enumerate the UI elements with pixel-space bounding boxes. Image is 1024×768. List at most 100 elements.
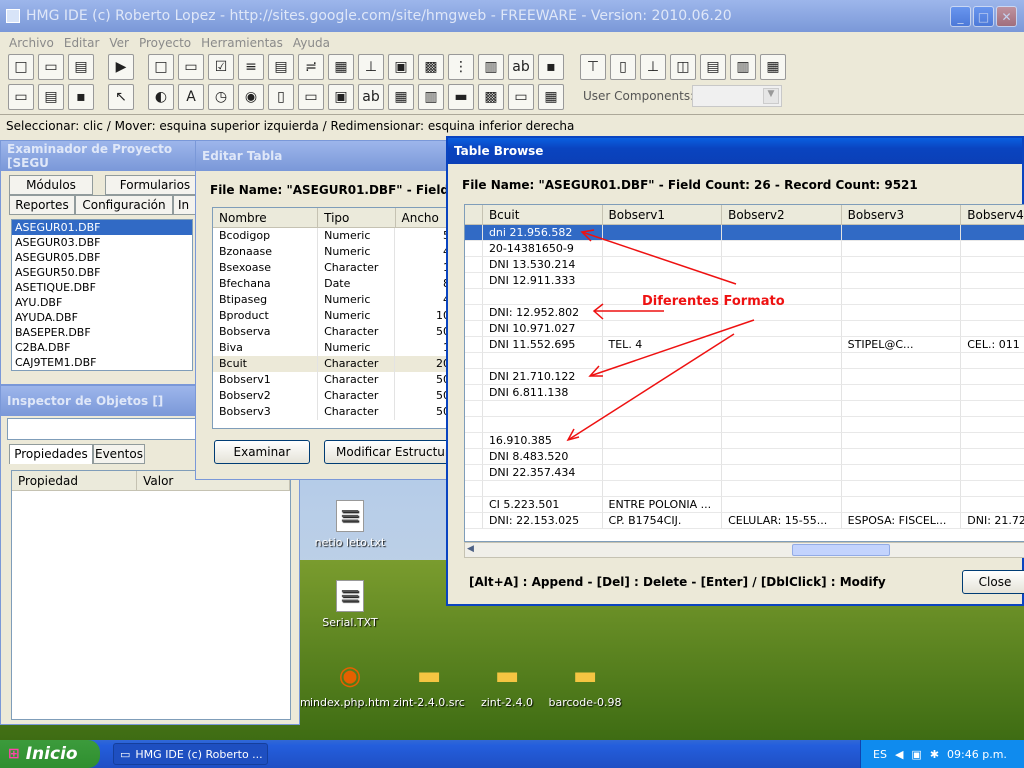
tab-formularios[interactable]: Formularios: [105, 175, 205, 195]
bottom-align-icon[interactable]: ⊥: [640, 54, 666, 80]
table-row[interactable]: 20-14381650-9: [465, 241, 1024, 257]
table-row[interactable]: Bcuit Character 20: [213, 356, 461, 372]
user-components-select[interactable]: ▼: [692, 85, 782, 107]
row-selector[interactable]: [465, 369, 483, 385]
modificar-estructura-button[interactable]: Modificar Estructura: [324, 440, 460, 464]
menu-ayuda[interactable]: Ayuda: [288, 36, 335, 50]
list-item[interactable]: BASEPER.DBF: [12, 325, 192, 340]
open-folder-icon[interactable]: ▤: [68, 54, 94, 80]
table-row[interactable]: Bobserv2 Character 50: [213, 388, 461, 404]
grid-control-icon[interactable]: ▦: [328, 54, 354, 80]
size-icon[interactable]: ◫: [670, 54, 696, 80]
tab-order-icon[interactable]: ▥: [730, 54, 756, 80]
row-selector[interactable]: [465, 465, 483, 481]
list-control-icon[interactable]: ≡: [238, 54, 264, 80]
radio-control-icon[interactable]: ◉: [238, 84, 264, 110]
desktop-icon-netio[interactable]: ≡ netio leto.txt: [305, 500, 395, 549]
table-row[interactable]: DNI 21.710.122: [465, 369, 1024, 385]
table-row[interactable]: [465, 353, 1024, 369]
close-button[interactable]: ✕: [996, 6, 1017, 27]
table-row[interactable]: 16.910.385: [465, 433, 1024, 449]
menu-proyecto[interactable]: Proyecto: [134, 36, 196, 50]
column-header[interactable]: Bobserv4: [961, 205, 1024, 224]
table-row[interactable]: CI 5.223.501 ENTRE POLONIA ...: [465, 497, 1024, 513]
row-selector[interactable]: [465, 449, 483, 465]
list-item[interactable]: CAJ9TEM1.DBF: [12, 355, 192, 370]
form-icon[interactable]: □: [148, 54, 174, 80]
row-selector[interactable]: [465, 337, 483, 353]
table-row[interactable]: Bobserva Character 50: [213, 324, 461, 340]
table-row[interactable]: Bobserv3 Character 50: [213, 404, 461, 420]
tab-control-icon[interactable]: ▭: [298, 84, 324, 110]
tab-propiedades[interactable]: Propiedades: [9, 444, 93, 464]
button-control-icon[interactable]: ▭: [178, 54, 204, 80]
run-icon[interactable]: ▶: [108, 54, 134, 80]
checkbox-control-icon[interactable]: ☑: [208, 54, 234, 80]
tab-partial[interactable]: In: [173, 195, 197, 215]
frame-control-icon[interactable]: ▣: [388, 54, 414, 80]
close-browse-button[interactable]: Close: [962, 570, 1024, 594]
table-row[interactable]: BcodigopNumeric5: [213, 228, 461, 244]
column-header[interactable]: Bobserv2: [722, 205, 842, 224]
ipaddress-control-icon[interactable]: ▣: [328, 84, 354, 110]
window-icon[interactable]: ▭: [8, 84, 34, 110]
desktop-icon-zint-src[interactable]: ▬ zint-2.4.0.src: [384, 660, 474, 709]
tab-modulos[interactable]: Módulos: [9, 175, 93, 195]
start-button[interactable]: ⊞ Inicio: [0, 740, 100, 768]
row-selector[interactable]: [465, 385, 483, 401]
edit-control-icon[interactable]: ≓: [298, 54, 324, 80]
spinner-control-icon[interactable]: ▯: [268, 84, 294, 110]
row-selector[interactable]: [465, 353, 483, 369]
desktop-icon-serial[interactable]: ≡ Serial.TXT: [305, 580, 395, 629]
table-row[interactable]: DNI 22.357.434: [465, 465, 1024, 481]
save-icon[interactable]: ▪: [68, 84, 94, 110]
center-icon[interactable]: ▯: [610, 54, 636, 80]
richedit-control-icon[interactable]: ab: [508, 54, 534, 80]
binoculars-icon[interactable]: ◐: [148, 84, 174, 110]
desktop-icon-zint[interactable]: ▬ zint-2.4.0: [462, 660, 552, 709]
label-control-icon[interactable]: A: [178, 84, 204, 110]
row-selector[interactable]: [465, 305, 483, 321]
table-row[interactable]: DNI 12.911.333: [465, 273, 1024, 289]
table-row[interactable]: DNI 10.971.027: [465, 321, 1024, 337]
network-icon[interactable]: ▣: [911, 748, 921, 761]
table-row[interactable]: BivaNumeric1: [213, 340, 461, 356]
records-grid[interactable]: Bcuit Bobserv1 Bobserv2 Bobserv3 Bobserv…: [464, 204, 1024, 542]
report-icon[interactable]: ▤: [38, 84, 64, 110]
fields-grid[interactable]: Nombre Tipo Ancho BcodigopNumeric5Bzonaa…: [212, 207, 462, 429]
table-row[interactable]: [465, 481, 1024, 497]
image-control-icon[interactable]: ▩: [418, 54, 444, 80]
row-selector[interactable]: [465, 257, 483, 273]
list-item[interactable]: ASEGUR05.DBF: [12, 250, 192, 265]
browse-control-icon[interactable]: ▦: [388, 84, 414, 110]
scroll-thumb[interactable]: [792, 544, 890, 556]
list-item[interactable]: ASEGUR03.DBF: [12, 235, 192, 250]
menu-editar[interactable]: Editar: [59, 36, 105, 50]
tree-control-icon[interactable]: ⋮: [448, 54, 474, 80]
horizontal-scrollbar[interactable]: ◀: [464, 542, 1024, 558]
taskbar-item-hmg[interactable]: ▭ HMG IDE (c) Roberto ...: [113, 743, 268, 765]
order-icon[interactable]: ▤: [700, 54, 726, 80]
list-item[interactable]: AYUDA.DBF: [12, 310, 192, 325]
desktop-icon-barcode[interactable]: ▬ barcode-0.98: [540, 660, 630, 709]
minimize-button[interactable]: _: [950, 6, 971, 27]
timer-control-icon[interactable]: ◷: [208, 84, 234, 110]
language-indicator[interactable]: ES: [873, 748, 887, 761]
row-selector[interactable]: [465, 513, 483, 529]
main-titlebar[interactable]: HMG IDE (c) Roberto Lopez - http://sites…: [0, 0, 1024, 32]
hyperlink-control-icon[interactable]: ▭: [508, 84, 534, 110]
table-row[interactable]: Bobserv1 Character 50: [213, 372, 461, 388]
row-selector[interactable]: [465, 433, 483, 449]
row-selector[interactable]: [465, 481, 483, 497]
progress-control-icon[interactable]: ▥: [418, 84, 444, 110]
row-selector[interactable]: [465, 273, 483, 289]
tab-eventos[interactable]: Eventos: [93, 444, 145, 464]
tray-arrow-icon[interactable]: ◀: [895, 748, 903, 761]
column-header[interactable]: Bobserv3: [842, 205, 962, 224]
bluetooth-icon[interactable]: ✱: [930, 748, 939, 761]
table-row[interactable]: BtipasegNumeric4: [213, 292, 461, 308]
chart-control-icon[interactable]: ⊥: [358, 54, 384, 80]
open-icon[interactable]: ▭: [38, 54, 64, 80]
properties-grid[interactable]: Propiedad Valor: [11, 470, 291, 720]
table-row[interactable]: Bproduct Numeric 10: [213, 308, 461, 324]
